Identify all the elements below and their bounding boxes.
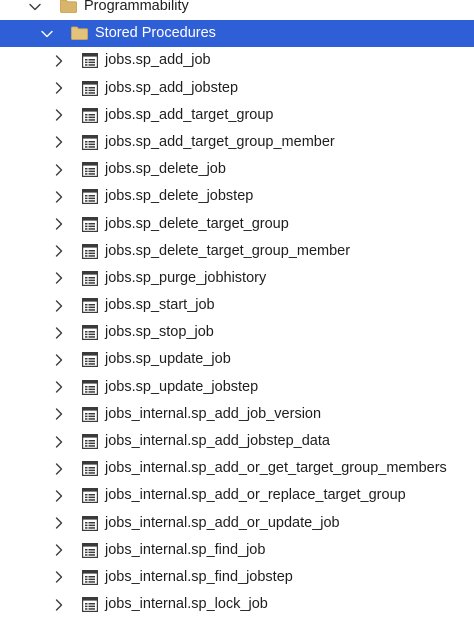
tree-node-stored-procedure[interactable]: jobs_internal.sp_add_or_get_target_group… [0, 455, 474, 482]
stored-procedure-icon [82, 597, 98, 613]
tree-node-label: jobs_internal.sp_find_job [105, 541, 266, 558]
chevron-right-icon[interactable] [51, 238, 67, 265]
stored-procedure-icon [82, 80, 98, 96]
tree-node-label: jobs.sp_delete_jobstep [105, 188, 254, 205]
chevron-right-icon[interactable] [51, 564, 67, 591]
chevron-right-icon[interactable] [51, 374, 67, 401]
tree-node-label: jobs.sp_stop_job [105, 324, 214, 341]
chevron-right-icon[interactable] [51, 319, 67, 346]
chevron-right-icon[interactable] [51, 346, 67, 373]
stored-procedure-icon [82, 216, 98, 232]
tree-node-label: jobs_internal.sp_add_or_update_job [105, 514, 340, 531]
folder-icon [60, 0, 77, 13]
tree-node-stored-procedure[interactable]: jobs.sp_stop_job [0, 319, 474, 346]
tree-node-stored-procedure[interactable]: jobs_internal.sp_find_jobstep [0, 564, 474, 591]
tree-node-label: jobs.sp_update_jobstep [105, 378, 259, 395]
stored-procedure-icon [82, 461, 98, 477]
tree-node-stored-procedure[interactable]: jobs.sp_update_jobstep [0, 374, 474, 401]
tree-node-stored-procedure[interactable]: jobs.sp_add_job [0, 47, 474, 74]
stored-procedure-icon [82, 406, 98, 422]
tree-node-stored-procedure[interactable]: jobs.sp_start_job [0, 292, 474, 319]
chevron-right-icon[interactable] [51, 75, 67, 102]
tree-node-stored-procedure[interactable]: jobs.sp_delete_jobstep [0, 183, 474, 210]
chevron-right-icon[interactable] [51, 455, 67, 482]
tree-node-stored-procedure[interactable]: jobs.sp_delete_target_group [0, 211, 474, 238]
tree-node-stored-procedure[interactable]: jobs.sp_update_job [0, 346, 474, 373]
chevron-right-icon[interactable] [51, 102, 67, 129]
tree-node-stored-procedure[interactable]: jobs.sp_purge_jobhistory [0, 265, 474, 292]
stored-procedure-icon [82, 352, 98, 368]
tree-node-stored-procedure[interactable]: jobs.sp_add_target_group [0, 102, 474, 129]
tree-node-label: jobs.sp_add_target_group [105, 106, 274, 123]
stored-procedure-icon [82, 162, 98, 178]
chevron-right-icon[interactable] [51, 183, 67, 210]
tree-node-stored-procedure[interactable]: jobs_internal.sp_add_or_update_job [0, 510, 474, 537]
stored-procedure-icon [82, 270, 98, 286]
stored-procedure-icon [82, 325, 98, 341]
stored-procedure-icon [82, 569, 98, 585]
tree-node-stored-procedure[interactable]: jobs.sp_delete_job [0, 156, 474, 183]
chevron-right-icon[interactable] [51, 265, 67, 292]
tree-node-stored-procedure[interactable]: jobs_internal.sp_lock_job [0, 591, 474, 618]
chevron-right-icon[interactable] [51, 428, 67, 455]
tree-node-label: jobs.sp_add_target_group_member [105, 133, 335, 150]
chevron-right-icon[interactable] [51, 537, 67, 564]
stored-procedure-icon [82, 434, 98, 449]
chevron-right-icon[interactable] [51, 292, 67, 319]
tree-node-label: jobs.sp_start_job [105, 297, 215, 314]
stored-procedure-icon [82, 515, 98, 531]
stored-procedure-icon [82, 542, 98, 558]
tree-node-label: jobs.sp_update_job [105, 351, 231, 368]
tree-node-stored-procedure[interactable]: jobs_internal.sp_add_job_version [0, 401, 474, 428]
tree-node-label: Stored Procedures [95, 25, 216, 42]
chevron-right-icon[interactable] [51, 591, 67, 618]
tree-node-label: jobs.sp_purge_jobhistory [105, 269, 267, 286]
tree-node-stored-procedure[interactable]: jobs.sp_add_target_group_member [0, 129, 474, 156]
chevron-right-icon[interactable] [51, 510, 67, 537]
tree-node-label: jobs.sp_delete_target_group_member [105, 242, 351, 259]
chevron-right-icon[interactable] [51, 482, 67, 509]
stored-procedure-icon [82, 189, 98, 205]
chevron-right-icon[interactable] [51, 129, 67, 156]
stored-procedure-icon [82, 134, 98, 150]
tree-node-label: jobs_internal.sp_lock_job [105, 596, 268, 613]
stored-procedure-icon [82, 243, 98, 259]
tree-node-label: jobs.sp_add_jobstep [105, 79, 239, 96]
stored-procedure-icon [82, 107, 98, 123]
folder-icon [71, 26, 88, 41]
tree-node-label: jobs.sp_delete_target_group [105, 215, 289, 232]
tree-node-label: jobs.sp_delete_job [105, 161, 226, 178]
tree-node-label: Programmability [84, 0, 189, 14]
chevron-down-icon[interactable] [27, 0, 43, 20]
tree-node-stored-procedure[interactable]: jobs_internal.sp_add_jobstep_data [0, 428, 474, 455]
chevron-right-icon[interactable] [51, 47, 67, 74]
stored-procedure-icon [82, 379, 98, 395]
chevron-right-icon[interactable] [51, 211, 67, 238]
tree-node-label: jobs.sp_add_job [105, 52, 211, 69]
stored-procedure-list: jobs.sp_add_job jobs.sp_add_jobstep jobs… [0, 47, 474, 618]
tree-node-label: jobs_internal.sp_add_or_replace_target_g… [105, 487, 406, 504]
chevron-right-icon[interactable] [51, 156, 67, 183]
tree-node-stored-procedure[interactable]: jobs.sp_delete_target_group_member [0, 238, 474, 265]
stored-procedure-icon [82, 488, 98, 504]
stored-procedure-icon [82, 298, 98, 314]
tree-node-label: jobs_internal.sp_find_jobstep [105, 568, 293, 585]
chevron-right-icon[interactable] [51, 401, 67, 428]
tree-node-programmability[interactable]: Programmability [0, 0, 474, 20]
tree-node-stored-procedure[interactable]: jobs_internal.sp_add_or_replace_target_g… [0, 482, 474, 509]
stored-procedure-icon [82, 53, 98, 69]
tree-node-stored-procedure[interactable]: jobs.sp_add_jobstep [0, 75, 474, 102]
object-explorer-tree: Programmability Stored Procedures jobs.s… [0, 0, 474, 618]
chevron-down-icon[interactable] [39, 20, 55, 47]
tree-node-stored-procedures[interactable]: Stored Procedures [0, 20, 474, 48]
tree-node-label: jobs_internal.sp_add_jobstep_data [105, 433, 330, 449]
tree-node-label: jobs_internal.sp_add_job_version [105, 405, 322, 422]
tree-node-label: jobs_internal.sp_add_or_get_target_group… [105, 460, 447, 477]
tree-node-stored-procedure[interactable]: jobs_internal.sp_find_job [0, 537, 474, 564]
